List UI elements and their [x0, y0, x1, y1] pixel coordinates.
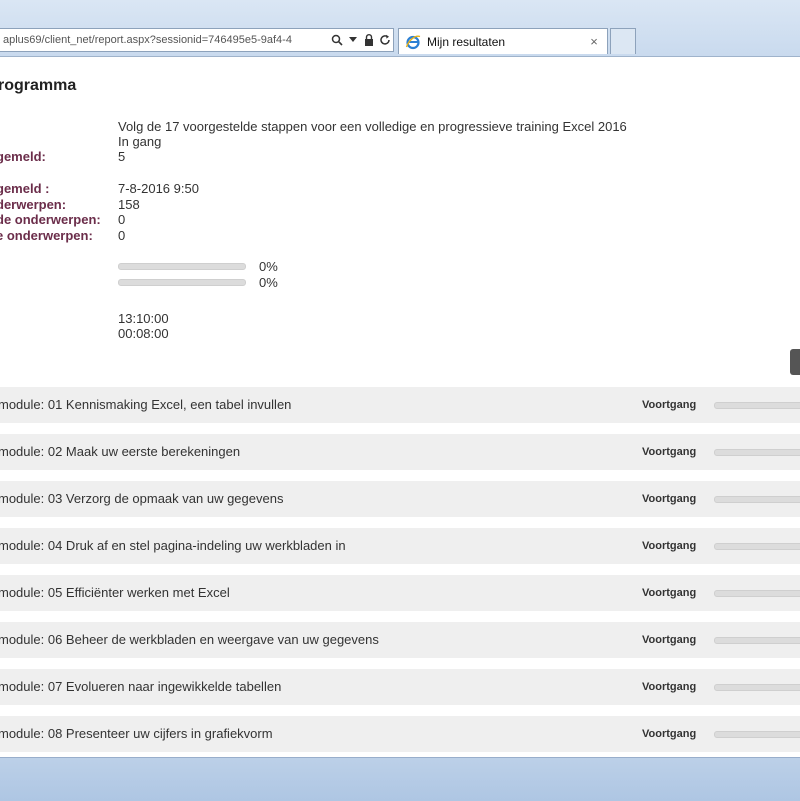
- module-progress-bar: [714, 449, 800, 456]
- module-row[interactable]: module: 06 Beheer de werkbladen en weerg…: [0, 622, 800, 658]
- module-progress-bar: [714, 684, 800, 691]
- module-progress-label: Voortgang: [642, 622, 696, 658]
- module-row[interactable]: module: 02 Maak uw eerste berekeningen V…: [0, 434, 800, 470]
- module-progress-label: Voortgang: [642, 481, 696, 517]
- report-content: rogramma Volg de 17 voorgestelde stappen…: [0, 57, 800, 757]
- lock-icon[interactable]: [361, 29, 377, 51]
- module-name[interactable]: module: 01 Kennismaking Excel, een tabel…: [0, 387, 291, 423]
- module-progress-bar: [714, 731, 800, 738]
- info-label-started-topics: de onderwerpen:: [0, 212, 101, 228]
- module-progress-label: Voortgang: [642, 575, 696, 611]
- tab-mijn-resultaten[interactable]: Mijn resultaten ×: [398, 28, 608, 54]
- module-progress-bar: [714, 637, 800, 644]
- info-value-completed-topics: 0: [118, 228, 125, 244]
- module-progress-label: Voortgang: [642, 669, 696, 705]
- module-row[interactable]: module: 03 Verzorg de opmaak van uw gege…: [0, 481, 800, 517]
- bottom-strip: [0, 757, 800, 801]
- dropdown-arrow-icon[interactable]: [345, 29, 361, 51]
- search-icon[interactable]: [329, 29, 345, 51]
- info-label-topics: derwerpen:: [0, 197, 66, 213]
- module-progress-bar: [714, 543, 800, 550]
- info-label-logins: gemeld:: [0, 149, 46, 165]
- tab-title: Mijn resultaten: [427, 35, 585, 49]
- module-name[interactable]: module: 08 Presenteer uw cijfers in graf…: [0, 716, 273, 752]
- info-value-logins: 5: [118, 149, 125, 165]
- info-value-status: In gang: [118, 134, 161, 150]
- collapse-side-button[interactable]: [790, 349, 800, 375]
- module-name[interactable]: module: 02 Maak uw eerste berekeningen: [0, 434, 240, 470]
- module-name[interactable]: module: 06 Beheer de werkbladen en weerg…: [0, 622, 379, 658]
- progress-percent-1: 0%: [259, 259, 278, 275]
- info-label-completed-topics: e onderwerpen:: [0, 228, 93, 244]
- module-progress-label: Voortgang: [642, 716, 696, 752]
- module-row[interactable]: module: 04 Druk af en stel pagina-indeli…: [0, 528, 800, 564]
- module-progress-label: Voortgang: [642, 387, 696, 423]
- close-icon[interactable]: ×: [585, 33, 603, 51]
- info-value-started-topics: 0: [118, 212, 125, 228]
- new-tab-button[interactable]: [610, 28, 636, 54]
- ie-icon: [405, 34, 421, 50]
- module-row[interactable]: module: 08 Presenteer uw cijfers in graf…: [0, 716, 800, 752]
- progress-bar-1: [118, 263, 246, 270]
- module-progress-bar: [714, 496, 800, 503]
- module-name[interactable]: module: 05 Efficiënter werken met Excel: [0, 575, 230, 611]
- module-row[interactable]: module: 05 Efficiënter werken met Excel …: [0, 575, 800, 611]
- address-bar[interactable]: aplus69/client_net/report.aspx?sessionid…: [0, 28, 394, 52]
- browser-chrome: aplus69/client_net/report.aspx?sessionid…: [0, 0, 800, 57]
- info-value-last-login: 7-8-2016 9:50: [118, 181, 199, 197]
- progress-percent-2: 0%: [259, 275, 278, 291]
- module-progress-label: Voortgang: [642, 528, 696, 564]
- module-row[interactable]: module: 01 Kennismaking Excel, een tabel…: [0, 387, 800, 423]
- module-progress-bar: [714, 590, 800, 597]
- progress-bar-2: [118, 279, 246, 286]
- time-value-total: 13:10:00: [118, 311, 169, 327]
- address-text[interactable]: aplus69/client_net/report.aspx?sessionid…: [0, 34, 329, 46]
- info-value-description: Volg de 17 voorgestelde stappen voor een…: [118, 119, 627, 135]
- module-name[interactable]: module: 04 Druk af en stel pagina-indeli…: [0, 528, 346, 564]
- module-name[interactable]: module: 03 Verzorg de opmaak van uw gege…: [0, 481, 283, 517]
- module-progress-bar: [714, 402, 800, 409]
- refresh-icon[interactable]: [377, 29, 393, 51]
- module-progress-label: Voortgang: [642, 434, 696, 470]
- module-name[interactable]: module: 07 Evolueren naar ingewikkelde t…: [0, 669, 281, 705]
- info-label-last-login: gemeld :: [0, 181, 49, 197]
- time-value-spent: 00:08:00: [118, 326, 169, 342]
- page-title: rogramma: [0, 77, 76, 95]
- module-row[interactable]: module: 07 Evolueren naar ingewikkelde t…: [0, 669, 800, 705]
- info-value-topics: 158: [118, 197, 140, 213]
